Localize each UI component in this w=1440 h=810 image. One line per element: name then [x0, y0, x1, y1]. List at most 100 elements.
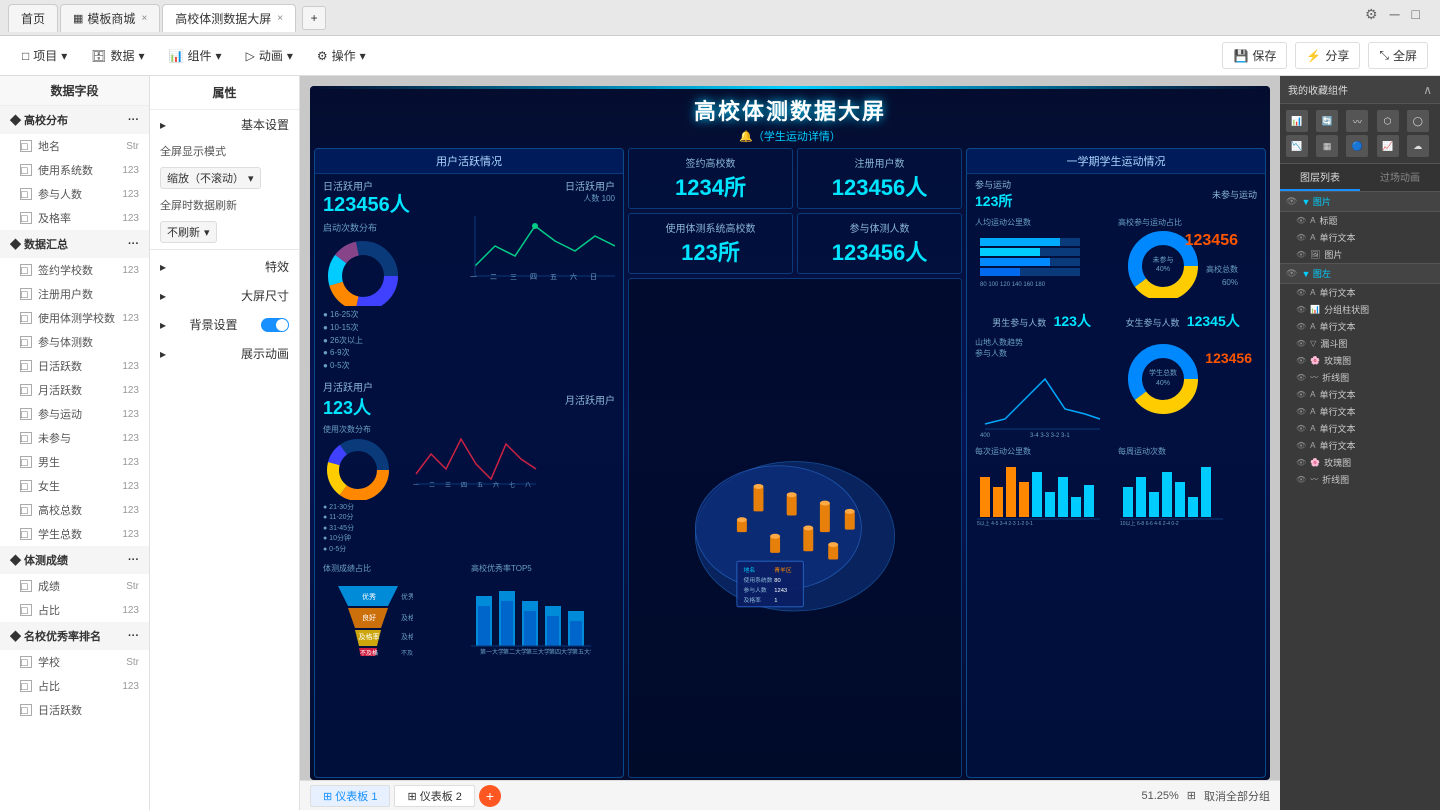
top-schools-more[interactable]: ···	[128, 630, 139, 642]
fav-icon-refresh[interactable]: 🔄	[1316, 110, 1338, 132]
field-not-participated: □ 未参与 123	[0, 426, 149, 450]
toolbar-component[interactable]: 📊 组件 ▾	[159, 43, 232, 68]
eye-icon-group-left[interactable]: 👁	[1286, 268, 1297, 279]
fav-icon-bar[interactable]: 📊	[1286, 110, 1308, 132]
prop-refresh-select[interactable]: 不刷新 ▾	[160, 221, 217, 243]
layer-text-3[interactable]: 👁 A 单行文本	[1280, 318, 1440, 335]
tab-templates-close[interactable]: ×	[141, 13, 147, 24]
fav-icon-grid[interactable]: ▦	[1316, 135, 1338, 157]
fav-icon-trend[interactable]: 📉	[1286, 135, 1308, 157]
tab-templates[interactable]: ▦ 模板商城 ×	[60, 4, 160, 32]
eye-icon-rose1[interactable]: 👁	[1296, 356, 1306, 365]
layer-rose-1[interactable]: 👁 🌸 玫瑰图	[1280, 352, 1440, 369]
cancel-group-button[interactable]: 取消全部分组	[1204, 788, 1270, 804]
section-school-dist[interactable]: ◆ 高校分布 ···	[0, 106, 149, 134]
background-toggle[interactable]	[261, 318, 289, 332]
layer-group-left[interactable]: 👁 ▼ 图左	[1280, 263, 1440, 284]
eye-icon-group-img[interactable]: 👁	[1286, 196, 1297, 207]
new-tab-button[interactable]: +	[302, 6, 326, 30]
toolbar-operation[interactable]: ⚙ 操作 ▾	[307, 43, 376, 68]
layer-image-item[interactable]: 👁 🖼 图片	[1280, 246, 1440, 263]
prop-zoom-select[interactable]: 缩放（不滚动） ▾	[160, 167, 261, 189]
dashboard-tab-2[interactable]: ⊞ 仪表板 2	[394, 785, 474, 807]
dashboard-tab-1[interactable]: ⊞ 仪表板 1	[310, 785, 390, 807]
eye-icon-t3[interactable]: 👁	[1296, 322, 1306, 331]
section-top-schools[interactable]: ◆ 名校优秀率排名 ···	[0, 622, 149, 650]
fav-icon-blue[interactable]: 🔵	[1346, 135, 1368, 157]
svg-text:四: 四	[461, 482, 467, 489]
fav-icon-hex[interactable]: ⬡	[1377, 110, 1399, 132]
fullscreen-button[interactable]: ⤡ 全屏	[1368, 42, 1428, 69]
layer-title[interactable]: 👁 A 标题	[1280, 212, 1440, 229]
test-score-label: ◆ 体测成绩	[10, 552, 68, 568]
checkbox-participants[interactable]: □	[20, 188, 32, 200]
prop-background[interactable]: ▸ 背景设置	[150, 310, 299, 339]
checkbox-place-name[interactable]: □	[20, 140, 32, 152]
eye-icon-t7[interactable]: 👁	[1296, 441, 1306, 450]
svg-text:3-4 3-3 3-2 3-1: 3-4 3-3 3-2 3-1	[1030, 433, 1070, 439]
toolbar-data[interactable]: 🗄 数据 ▾	[81, 43, 154, 68]
section-data-summary[interactable]: ◆ 数据汇总 ···	[0, 230, 149, 258]
layer-text-4[interactable]: 👁 A 单行文本	[1280, 386, 1440, 403]
eye-icon-bar[interactable]: 👁	[1296, 305, 1306, 314]
prop-animation[interactable]: ▸ 展示动画	[150, 339, 299, 368]
checkbox-pass-rate[interactable]: □	[20, 212, 32, 224]
eye-icon-t5[interactable]: 👁	[1296, 407, 1306, 416]
layer-text-7[interactable]: 👁 A 单行文本	[1280, 437, 1440, 454]
prop-effects[interactable]: ▸ 特效	[150, 252, 299, 281]
fav-icon-cloud[interactable]: ☁	[1407, 135, 1429, 157]
eye-icon-rose2[interactable]: 👁	[1296, 458, 1306, 467]
minimize-icon[interactable]: ─	[1390, 6, 1400, 23]
checkbox-system-count[interactable]: □	[20, 164, 32, 176]
eye-icon-t2[interactable]: 👁	[1296, 288, 1306, 297]
toolbar-animation[interactable]: ▷ 动画 ▾	[236, 43, 303, 68]
eye-icon-t6[interactable]: 👁	[1296, 424, 1306, 433]
running-dist-chart: 人均运动公里数	[975, 217, 1114, 301]
tab-home[interactable]: 首页	[8, 4, 58, 32]
layer-grouped-bar[interactable]: 👁 📊 分组柱状图	[1280, 301, 1440, 318]
layer-text-5[interactable]: 👁 A 单行文本	[1280, 403, 1440, 420]
prop-size[interactable]: ▸ 大屏尺寸	[150, 281, 299, 310]
fav-icon-chart[interactable]: 📈	[1377, 135, 1399, 157]
lt6: A	[1310, 424, 1315, 433]
save-button[interactable]: 💾 保存	[1222, 42, 1287, 69]
tab-dashboard[interactable]: 高校体测数据大屏 ×	[162, 4, 296, 32]
tab-layer-list[interactable]: 图层列表	[1280, 164, 1360, 191]
eye-icon-funnel[interactable]: 👁	[1296, 339, 1306, 348]
layer-line-1[interactable]: 👁 〰 折线图	[1280, 369, 1440, 386]
add-dashboard-button[interactable]: +	[479, 785, 501, 807]
data-summary-more[interactable]: ···	[128, 238, 139, 250]
eye-icon-t4[interactable]: 👁	[1296, 390, 1306, 399]
maximize-icon[interactable]: □	[1412, 6, 1420, 23]
fav-icon-line[interactable]: 〰	[1346, 110, 1368, 132]
tab-transition[interactable]: 过场动画	[1360, 164, 1440, 191]
eye-icon-line1[interactable]: 👁	[1296, 373, 1306, 382]
favorites-collapse[interactable]: ∧	[1423, 83, 1432, 97]
layer-group-image[interactable]: 👁 ▼ 图片	[1280, 192, 1440, 212]
layer-text-6[interactable]: 👁 A 单行文本	[1280, 420, 1440, 437]
tab-dashboard-close[interactable]: ×	[277, 13, 283, 24]
dashboard-canvas[interactable]: 高校体测数据大屏 🔔（学生运动详情） 用户活跃情况 日活跃用户 日活跃用户	[310, 86, 1270, 780]
svg-text:40%: 40%	[1156, 380, 1170, 387]
eye-icon-title[interactable]: 👁	[1296, 216, 1306, 225]
right-donut-chart: 学生总数 40% 123456	[1118, 337, 1257, 442]
share-button[interactable]: ⚡ 分享	[1295, 42, 1360, 69]
right-donut-svg: 学生总数 40%	[1118, 337, 1208, 417]
test-score-more[interactable]: ···	[128, 554, 139, 566]
layer-rose-2[interactable]: 👁 🌸 玫瑰图	[1280, 454, 1440, 471]
eye-icon-text1[interactable]: 👁	[1296, 233, 1306, 242]
section-test-score[interactable]: ◆ 体测成绩 ···	[0, 546, 149, 574]
school-dist-more[interactable]: ···	[128, 114, 139, 126]
layer-text-2[interactable]: 👁 A 单行文本	[1280, 284, 1440, 301]
eye-icon-line2[interactable]: 👁	[1296, 475, 1306, 484]
toolbar-project[interactable]: □ 项目 ▾	[12, 43, 77, 68]
layer-funnel[interactable]: 👁 ▽ 漏斗图	[1280, 335, 1440, 352]
settings-icon[interactable]: ⚙	[1365, 6, 1378, 23]
layer-line-2[interactable]: 👁 〰 折线图	[1280, 471, 1440, 488]
eye-icon-img[interactable]: 👁	[1296, 250, 1306, 259]
line-svg-monthly: 一 二 三 四 五 六 七 八	[411, 424, 541, 489]
layer-single-text-1[interactable]: 👁 A 单行文本	[1280, 229, 1440, 246]
fav-icon-circle[interactable]: ◯	[1407, 110, 1429, 132]
ltype-rose2: 🌸	[1310, 458, 1320, 467]
prop-basic-settings[interactable]: ▸ 基本设置	[150, 110, 299, 139]
